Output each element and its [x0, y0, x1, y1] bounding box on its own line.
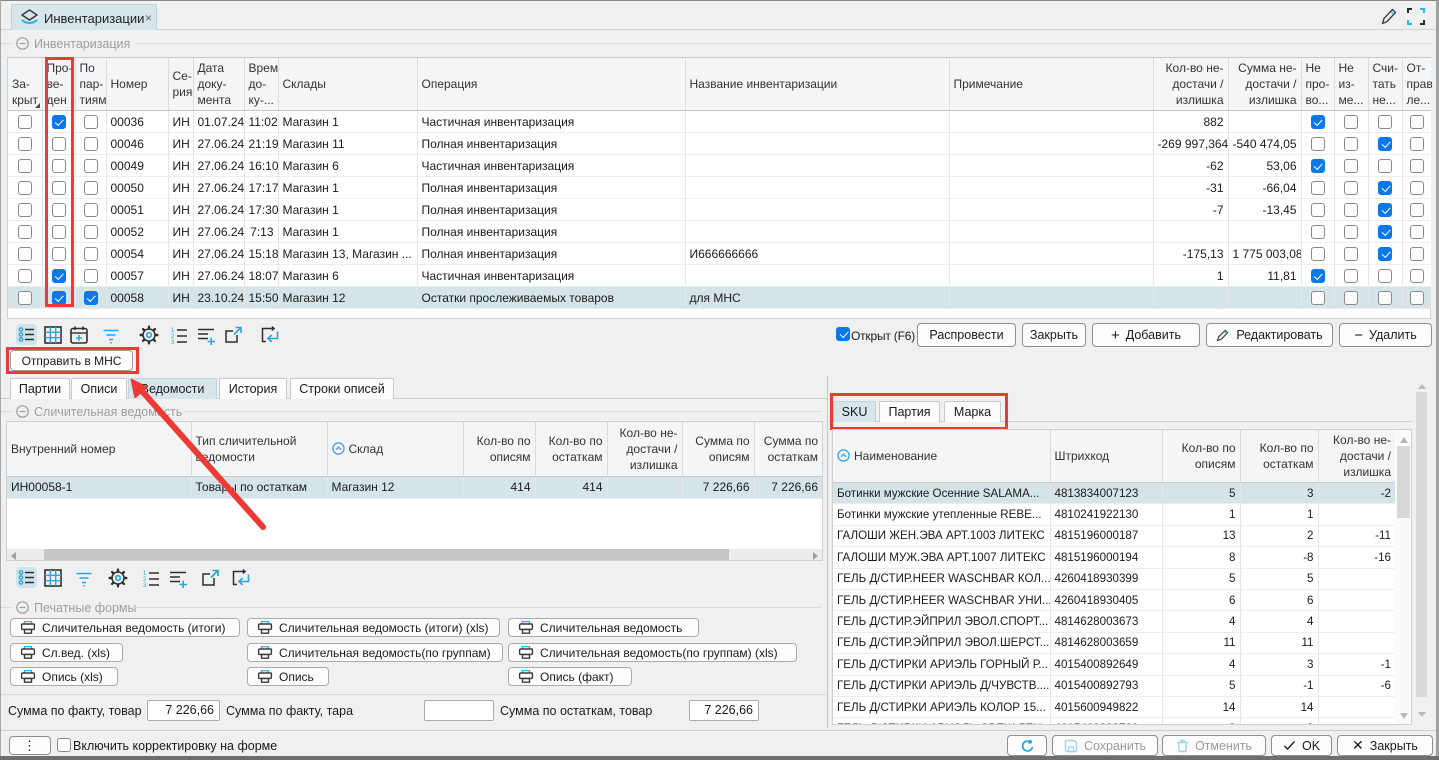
svg-text:3: 3: [143, 583, 147, 588]
svg-text:3: 3: [171, 340, 175, 345]
